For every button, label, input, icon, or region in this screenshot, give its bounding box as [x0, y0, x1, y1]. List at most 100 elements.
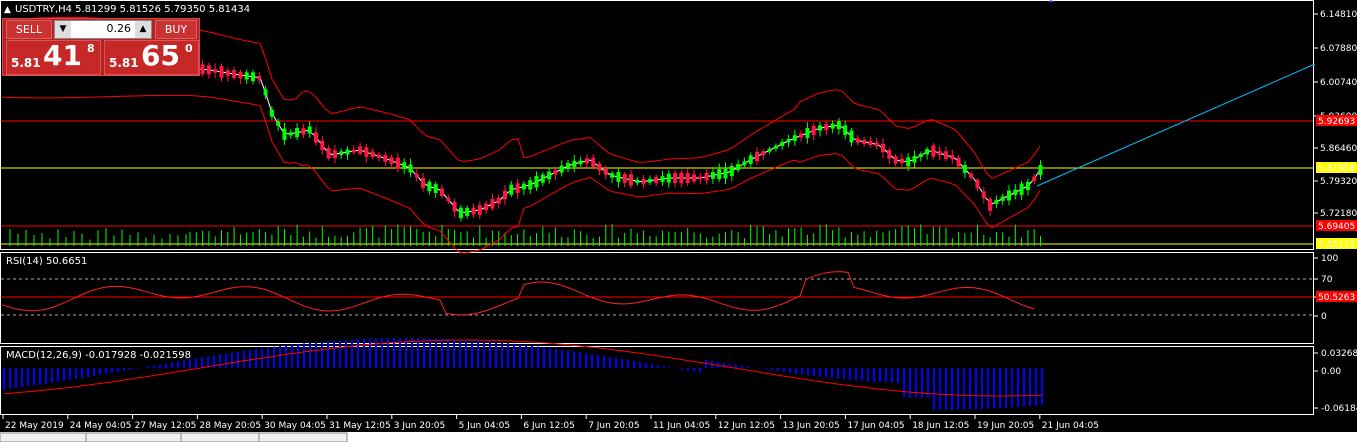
candle-body: [950, 155, 955, 160]
candle-body: [389, 157, 394, 165]
candle-body: [622, 174, 627, 183]
candle-body: [395, 157, 400, 169]
candle-body: [603, 168, 608, 175]
rsi-axis: 1007030050.5263: [1313, 254, 1357, 322]
candle-body: [471, 207, 476, 215]
chart-tab-active[interactable]: [0, 432, 87, 442]
candle-body: [1000, 196, 1005, 201]
candle-body: [660, 176, 665, 182]
candle-body: [887, 149, 892, 159]
candle-body: [925, 149, 930, 155]
candle-body: [717, 169, 722, 180]
candle-body: [591, 157, 596, 167]
candle-body: [547, 171, 552, 180]
chart-tab[interactable]: [85, 432, 182, 442]
candle-body: [421, 177, 426, 188]
candle-body: [805, 128, 810, 139]
candle-body: [566, 162, 570, 170]
candle-body: [988, 199, 993, 211]
candle-body: [307, 126, 312, 134]
candle-body: [553, 170, 558, 175]
sell-price-pips: 41: [43, 39, 82, 72]
candle-body: [572, 160, 577, 167]
macd-axis: 0.032684 0.00 -0.06184: [1313, 349, 1357, 414]
candle-body: [647, 178, 652, 183]
lot-size-input[interactable]: [73, 21, 131, 36]
candle-body: [824, 124, 829, 130]
buy-price-base: 5.81: [109, 56, 139, 70]
candle-body: [862, 139, 867, 144]
time-axis-label: 5 Jun 04:05: [459, 421, 510, 431]
candle-body: [818, 125, 822, 131]
candle-body: [685, 172, 690, 184]
time-axis-label: 22 May 2019: [5, 421, 64, 431]
candle-body: [616, 172, 621, 182]
candlesticks[interactable]: [188, 59, 1043, 222]
lot-increase-icon[interactable]: ▲: [135, 21, 151, 38]
candle-body: [515, 183, 520, 193]
candle-body: [629, 174, 633, 186]
macd-axis-label: 0.00: [1321, 367, 1341, 377]
candle-body: [244, 72, 249, 80]
macd-frame: [0, 346, 1314, 415]
time-axis-label: 18 Jun 12:05: [912, 421, 969, 431]
candle-body: [786, 139, 791, 143]
candle-body: [496, 197, 501, 204]
buy-button[interactable]: BUY: [155, 20, 197, 39]
time-axis-label: 13 Jun 20:05: [783, 421, 840, 431]
time-axis-label: 19 Jun 20:05: [977, 421, 1034, 431]
price-badge-label: 5.92693: [1318, 117, 1355, 127]
candle-body: [641, 178, 646, 185]
macd-axis-label: 0.032684: [1321, 349, 1357, 359]
candle-body: [981, 191, 986, 198]
candle-body: [912, 156, 917, 163]
candle-body: [748, 155, 753, 164]
candle-body: [288, 132, 293, 136]
candle-body: [458, 207, 463, 219]
sell-price-base: 5.81: [11, 56, 41, 70]
candle-body: [534, 175, 539, 188]
candle-body: [874, 142, 879, 147]
time-axis-label: 12 Jun 12:05: [718, 421, 775, 431]
candle-body: [427, 181, 432, 192]
candle-body: [295, 127, 300, 138]
sell-price-fraction: 8: [87, 42, 95, 55]
chart-tab[interactable]: [258, 432, 348, 442]
rsi-axis-label: 100: [1321, 254, 1338, 264]
lot-size-stepper[interactable]: ▼ ▲: [54, 20, 152, 39]
one-click-trading-panel: SELL ▼ ▲ BUY 5.81 41 8 5.81 65 0: [2, 18, 200, 76]
sell-button[interactable]: SELL: [6, 20, 52, 39]
candle-body: [263, 89, 268, 96]
candle-body: [477, 205, 482, 215]
candle-body: [490, 199, 495, 209]
lot-decrease-icon[interactable]: ▼: [55, 21, 71, 38]
candle-body: [780, 141, 785, 146]
candle-body: [597, 163, 602, 171]
time-axis-label: 7 Jun 20:05: [588, 421, 639, 431]
candle-body: [484, 203, 489, 211]
time-axis-label: 3 Jun 20:05: [394, 421, 445, 431]
price-chart[interactable]: ▲ USDTRY,H4 5.81299 5.81526 5.79350 5.81…: [0, 0, 1357, 442]
candle-body: [698, 176, 703, 180]
sell-price-button[interactable]: 5.81 41 8: [6, 39, 101, 75]
candle-body: [351, 149, 356, 153]
candle-body: [232, 70, 237, 78]
candle-body: [257, 75, 262, 80]
symbol-header-arrow-icon[interactable]: ▲: [4, 5, 11, 15]
buy-price-fraction: 0: [185, 42, 193, 55]
chart-tab[interactable]: [180, 432, 260, 442]
candle-body: [213, 69, 218, 73]
candle-body: [414, 173, 419, 178]
candle-body: [849, 130, 854, 143]
candle-body: [792, 135, 797, 141]
candle-body: [440, 188, 444, 197]
macd-label: MACD(12,26,9) -0.017928 -0.021598: [6, 350, 191, 361]
candle-body: [811, 125, 816, 136]
candle-body: [994, 199, 999, 204]
buy-price-button[interactable]: 5.81 65 0: [104, 39, 199, 75]
price-axis-label: 6.07880: [1320, 44, 1357, 54]
candle-body: [402, 162, 407, 170]
volume-bars: [9, 224, 1041, 246]
candle-body: [899, 158, 904, 164]
candle-body: [918, 153, 923, 158]
